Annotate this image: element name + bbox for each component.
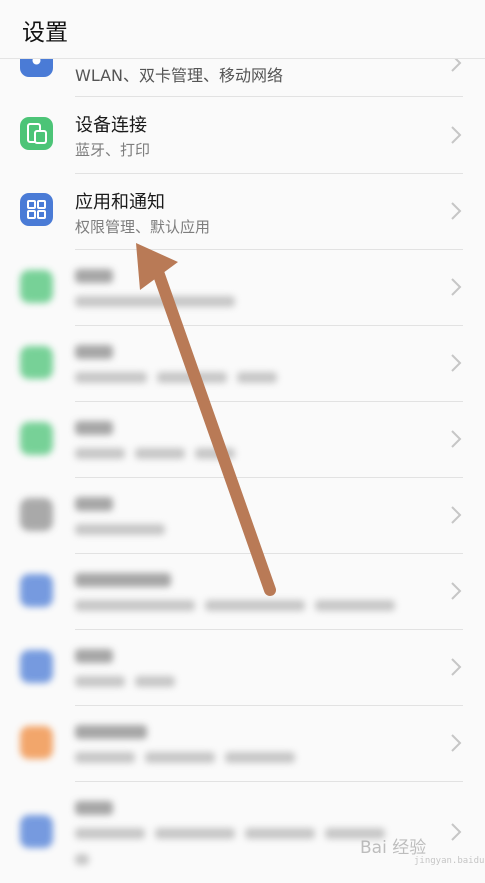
apps-grid-icon <box>20 193 53 226</box>
device-connection-icon <box>20 117 53 150</box>
settings-row-display[interactable] <box>0 325 485 402</box>
chevron-right-icon <box>451 278 462 296</box>
row-subtitle: WLAN、双卡管理、移动网络 <box>75 66 284 85</box>
storage-icon <box>20 498 53 531</box>
settings-row-security-privacy[interactable] <box>0 553 485 630</box>
display-icon <box>20 346 53 379</box>
chevron-right-icon <box>451 734 462 752</box>
chevron-right-icon <box>451 582 462 600</box>
row-subtitle: 蓝牙、打印 <box>75 141 151 159</box>
settings-row-digital-balance[interactable] <box>0 705 485 782</box>
watermark-url: jingyan.baidu.com <box>414 856 485 866</box>
sound-icon <box>20 422 53 455</box>
balance-icon <box>20 726 53 759</box>
settings-row-sound[interactable] <box>0 401 485 478</box>
settings-row-storage[interactable] <box>0 477 485 554</box>
security-icon <box>20 574 53 607</box>
system-icon <box>20 815 53 848</box>
settings-row-battery[interactable] <box>0 249 485 326</box>
chevron-right-icon <box>451 430 462 448</box>
app-header: 设置 <box>0 0 485 59</box>
settings-row-apps-notifications[interactable]: 应用和通知 权限管理、默认应用 <box>0 173 485 250</box>
chevron-right-icon <box>451 658 462 676</box>
chevron-right-icon <box>451 202 462 220</box>
settings-row-device-connection[interactable]: 设备连接 蓝牙、打印 <box>0 97 485 174</box>
account-icon <box>20 650 53 683</box>
settings-list: WLAN、双卡管理、移动网络 设备连接 蓝牙、打印 应用和通知 权限管理、默认应… <box>0 0 485 883</box>
page-title: 设置 <box>22 20 68 46</box>
battery-icon <box>20 270 53 303</box>
watermark-brand: Bai 经验 <box>360 838 427 858</box>
baidu-jingyan-watermark: Bai 经验 jingyan.baidu.com <box>360 825 485 875</box>
chevron-right-icon <box>451 354 462 372</box>
chevron-right-icon <box>451 506 462 524</box>
row-title: 应用和通知 <box>75 192 165 213</box>
chevron-right-icon <box>451 126 462 144</box>
settings-row-accounts[interactable] <box>0 629 485 706</box>
row-title: 设备连接 <box>75 115 147 136</box>
row-subtitle: 权限管理、默认应用 <box>75 218 211 236</box>
